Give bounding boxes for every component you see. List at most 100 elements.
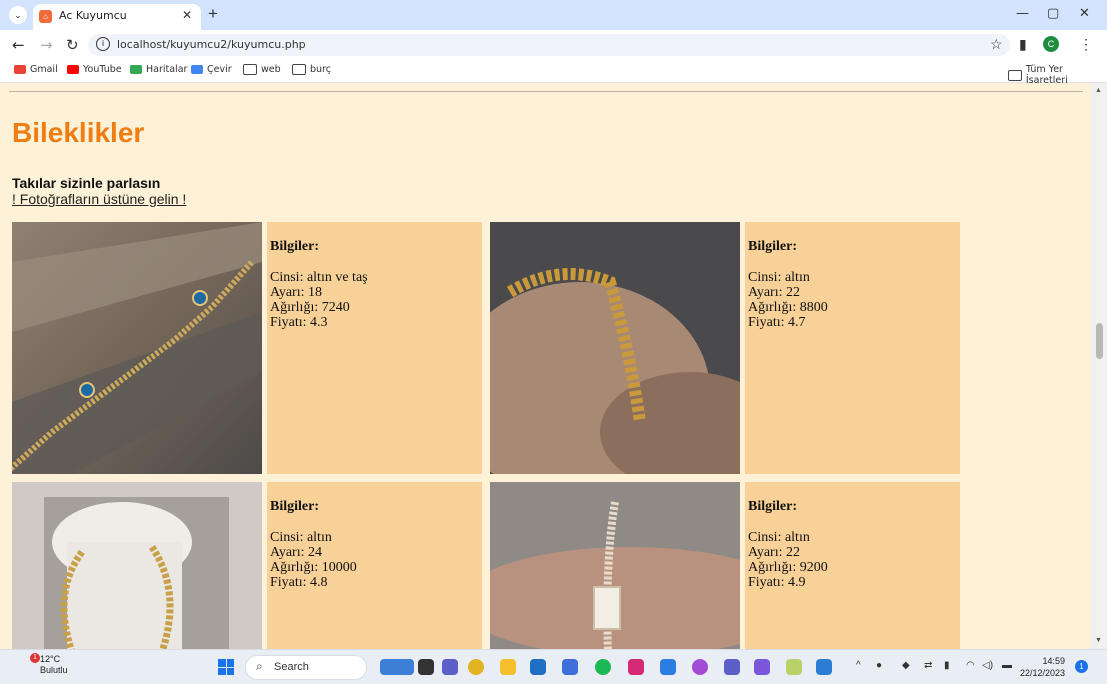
bookmark-maps[interactable]: Haritalar (130, 64, 187, 75)
tray-app3-icon[interactable]: ▮ (944, 660, 950, 671)
profile-avatar[interactable]: C (1043, 36, 1059, 52)
product-info-4: Bilgiler: Cinsi: altın Ayarı: 22 Ağırlığ… (745, 482, 960, 649)
weather-badge: 1 (30, 653, 40, 663)
search-placeholder: Search (274, 661, 309, 673)
time: 14:59 (1042, 656, 1066, 666)
new-tab-icon[interactable]: + (208, 4, 218, 24)
divider (9, 91, 1083, 92)
instagram-icon[interactable] (628, 659, 644, 675)
info-ayari: Ayarı: 18 (270, 285, 322, 300)
side-panel-icon[interactable]: ▮ (1019, 36, 1027, 53)
widgets-icon[interactable] (380, 659, 414, 675)
store-icon[interactable] (530, 659, 546, 675)
translate-icon (191, 65, 203, 74)
info-fiyati: Fiyatı: 4.9 (748, 575, 806, 590)
hover-hint-link[interactable]: ! Fotoğrafların üstüne gelin ! (12, 191, 186, 207)
info-title: Bilgiler: (270, 499, 319, 514)
info-agirligi: Ağırlığı: 10000 (270, 560, 357, 575)
info-cinsi: Cinsi: altın ve taş (270, 270, 368, 285)
bookmark-folder-web[interactable]: web (243, 64, 281, 75)
product-image-1[interactable] (12, 222, 262, 474)
onenote-icon[interactable] (754, 659, 770, 675)
vertical-scrollbar[interactable]: ▲ ▼ (1091, 83, 1107, 649)
tray-app2-icon[interactable]: ◆ (902, 660, 910, 671)
address-bar[interactable]: i localhost/kuyumcu2/kuyumcu.php (88, 34, 1010, 56)
product-info-3: Bilgiler: Cinsi: altın Ayarı: 24 Ağırlığ… (267, 482, 482, 649)
windows-start-icon[interactable] (218, 659, 234, 675)
scroll-down-icon[interactable]: ▼ (1095, 637, 1102, 644)
bookmark-translate[interactable]: Çevir (191, 64, 232, 75)
bookmark-gmail[interactable]: Gmail (14, 64, 58, 75)
tab-search-icon[interactable]: ⌄ (9, 6, 27, 24)
temperature: 12°C (40, 654, 61, 664)
product-info-2: Bilgiler: Cinsi: altın Ayarı: 22 Ağırlığ… (745, 222, 960, 474)
info-fiyati: Fiyatı: 4.8 (270, 575, 328, 590)
paint-icon[interactable] (786, 659, 802, 675)
close-window-icon[interactable]: ✕ (1079, 6, 1090, 21)
info-fiyati: Fiyatı: 4.7 (748, 315, 806, 330)
battery-icon[interactable]: ▬ (1002, 660, 1012, 671)
forward-icon[interactable]: → (40, 36, 53, 54)
bookmark-folder-burc[interactable]: burç (292, 64, 331, 75)
info-agirligi: Ağırlığı: 7240 (270, 300, 350, 315)
minimize-icon[interactable]: — (1016, 6, 1029, 21)
youtube-icon (67, 65, 79, 74)
info-cinsi: Cinsi: altın (270, 530, 332, 545)
vscode-icon[interactable] (816, 659, 832, 675)
info-fiyati: Fiyatı: 4.3 (270, 315, 328, 330)
search-icon: ⌕ (256, 659, 263, 673)
teams-work-icon[interactable] (724, 659, 740, 675)
product-image-2[interactable] (490, 222, 740, 474)
back-icon[interactable]: ← (12, 36, 25, 54)
bracelet-rope-photo (490, 222, 740, 474)
tab-strip: ⌄ ⌂ Ac Kuyumcu ✕ + — ▢ ✕ (0, 0, 1107, 30)
info-title: Bilgiler: (270, 239, 319, 254)
tab-active[interactable]: ⌂ Ac Kuyumcu ✕ (33, 4, 201, 30)
scroll-up-icon[interactable]: ▲ (1095, 87, 1102, 94)
bookmark-youtube[interactable]: YouTube (67, 64, 122, 75)
info-title: Bilgiler: (748, 239, 797, 254)
app-icon[interactable] (562, 659, 578, 675)
chrome-icon[interactable] (468, 659, 484, 675)
task-view-icon[interactable] (418, 659, 434, 675)
date: 22/12/2023 (1020, 668, 1066, 678)
info-cinsi: Cinsi: altın (748, 270, 810, 285)
weather-widget[interactable]: 12°C Bulutlu (20, 654, 68, 676)
tray-chevron-icon[interactable]: ^ (856, 660, 861, 671)
teams-icon[interactable] (442, 659, 458, 675)
volume-icon[interactable]: ◁) (982, 660, 993, 671)
bookmarks-bar: Gmail YouTube Haritalar Çevir web burç T… (0, 60, 1107, 86)
site-info-icon[interactable]: i (96, 37, 110, 51)
favicon-icon: ⌂ (39, 10, 52, 23)
app-purple-icon[interactable] (692, 659, 708, 675)
bookmark-star-icon[interactable]: ☆ (990, 36, 1003, 53)
notification-badge[interactable]: 1 (1075, 660, 1088, 673)
info-agirligi: Ağırlığı: 9200 (748, 560, 828, 575)
scrollbar-thumb[interactable] (1096, 323, 1103, 359)
product-image-4[interactable] (490, 482, 740, 649)
maps-icon (130, 65, 142, 74)
tray-app-icon[interactable]: ● (876, 660, 882, 671)
tab-title: Ac Kuyumcu (59, 9, 127, 22)
clock[interactable]: 14:59 22/12/2023 (1020, 655, 1065, 679)
wifi-icon[interactable]: ◠ (966, 660, 975, 671)
close-tab-icon[interactable]: ✕ (182, 8, 192, 22)
product-info-1: Bilgiler: Cinsi: altın ve taş Ayarı: 18 … (267, 222, 482, 474)
info-ayari: Ayarı: 22 (748, 545, 800, 560)
menu-icon[interactable]: ⋮ (1079, 36, 1093, 53)
todo-icon[interactable] (660, 659, 676, 675)
reload-icon[interactable]: ↻ (66, 36, 79, 54)
folder-icon (243, 64, 257, 75)
browser-toolbar: ← → ↻ i localhost/kuyumcu2/kuyumcu.php ☆… (0, 30, 1107, 60)
taskbar-search[interactable]: ⌕ Search (245, 655, 367, 680)
restore-icon[interactable]: ▢ (1047, 6, 1059, 21)
file-explorer-icon[interactable] (500, 659, 516, 675)
bracelet-evil-eye-photo (12, 222, 262, 474)
spotify-icon[interactable] (595, 659, 611, 675)
product-image-3[interactable] (12, 482, 262, 649)
url-text[interactable]: localhost/kuyumcu2/kuyumcu.php (117, 38, 306, 51)
info-ayari: Ayarı: 24 (270, 545, 322, 560)
page-content: Bileklikler Takılar sizinle parlasın ! F… (0, 83, 1091, 649)
tray-network-switch-icon[interactable]: ⇄ (924, 660, 932, 671)
info-cinsi: Cinsi: altın (748, 530, 810, 545)
